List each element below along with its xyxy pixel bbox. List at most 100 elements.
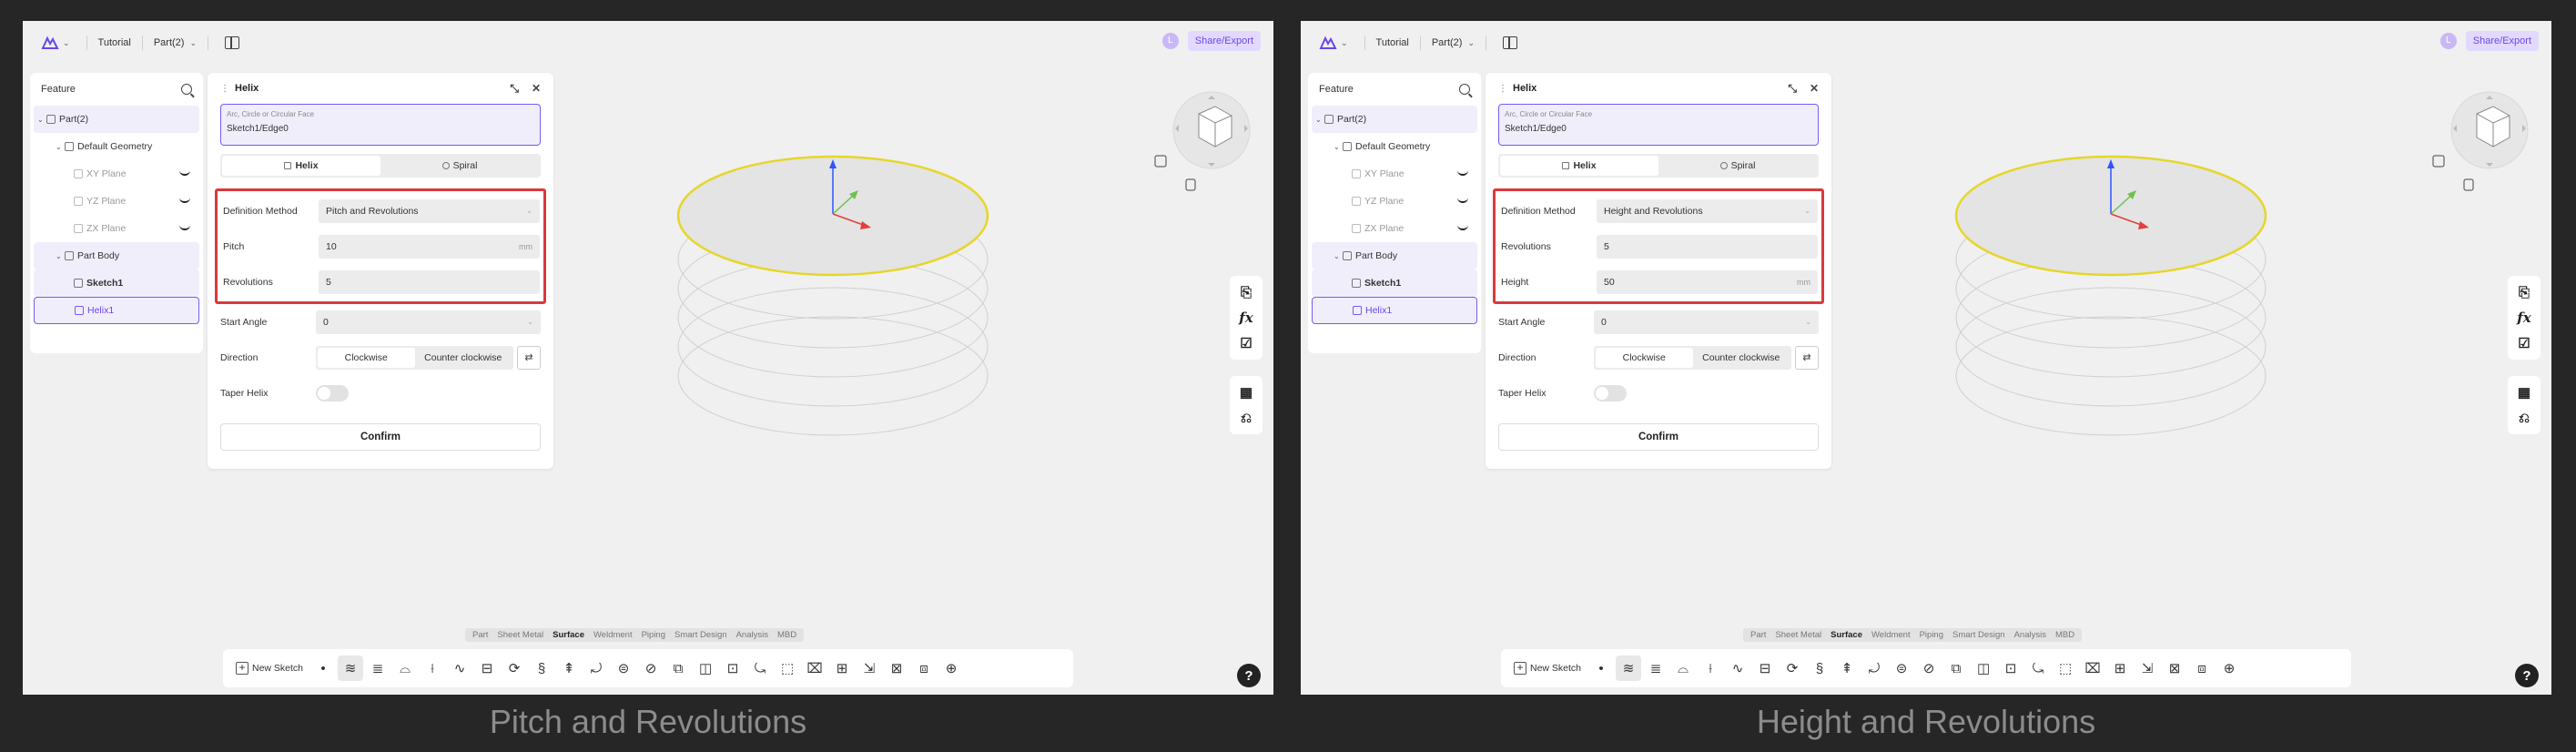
thicken-icon[interactable]: ⬚ [775,655,800,681]
flip-direction-icon[interactable]: ⇄ [517,345,541,370]
view-cube[interactable] [2431,85,2539,194]
chevron-down-icon[interactable]: ⌄ [56,252,65,260]
tree-item-zx-plane[interactable]: ZX Plane [34,215,199,242]
offset-surface-icon[interactable]: ⊘ [1916,655,1942,681]
table-icon[interactable]: ▦ [1238,383,1254,401]
chevron-down-icon[interactable]: ⌄ [56,143,65,151]
module-tab[interactable]: Sheet Metal [1770,630,1826,640]
tree-item-yz-plane[interactable]: YZ Plane [1312,188,1477,215]
chevron-down-icon[interactable]: ⌄ [1334,252,1343,260]
share-export-button[interactable]: Share/Export [2465,31,2539,51]
module-tab[interactable]: Smart Design [1948,630,2010,640]
pattern-icon[interactable]: ⊕ [2216,655,2242,681]
tree-item-part-body[interactable]: ⌄ Part Body [34,242,199,269]
flip-direction-icon[interactable]: ⇄ [1795,345,1819,370]
chevron-down-icon[interactable]: ⌄ [1315,116,1324,124]
fill-surface-icon[interactable]: ⊜ [1889,655,1914,681]
split-icon[interactable]: ⊠ [884,655,909,681]
search-icon[interactable] [1459,84,1470,95]
helix-tool-icon[interactable]: ≋ [1616,655,1642,681]
properties-icon[interactable]: ⎘ [2516,283,2532,301]
module-tab[interactable]: MBD [2051,630,2079,640]
intersection-curve-icon[interactable]: ⟊ [420,655,445,681]
extend-surface-icon[interactable]: ⧉ [1943,655,1969,681]
tree-item-xy-plane[interactable]: XY Plane [1312,160,1477,188]
measure-icon[interactable]: ⎌ [1238,409,1254,427]
pattern-icon[interactable]: ⊕ [938,655,964,681]
tree-item-sketch1[interactable]: Sketch1 [34,269,199,297]
confirm-button[interactable]: Confirm [220,423,541,451]
loft-surface-icon[interactable]: ⇞ [1834,655,1860,681]
tree-item-part[interactable]: ⌄ Part(2) [34,106,199,133]
tab-spiral[interactable]: Spiral [1658,156,1817,176]
knit-surface-icon[interactable]: ⤿ [2025,655,2051,681]
chevron-down-icon[interactable]: ⌄ [189,38,197,48]
help-button[interactable]: ? [2515,664,2539,687]
project-breadcrumb[interactable]: Tutorial [1376,37,1409,48]
clockwise-button[interactable]: Clockwise [318,347,415,368]
extend-surface-icon[interactable]: ⧉ [665,655,691,681]
loft-surface-icon[interactable]: ⇞ [556,655,582,681]
eye-hidden-icon[interactable] [1457,225,1468,230]
mirror-icon[interactable]: ⧈ [2189,655,2215,681]
checklist-icon[interactable]: ☑ [2516,334,2532,352]
part-breadcrumb[interactable]: Part(2) [154,37,185,48]
module-tab[interactable]: MBD [773,630,801,640]
pin-icon[interactable]: ⤡ [1788,82,1797,96]
module-tab[interactable]: Smart Design [670,630,732,640]
pin-icon[interactable]: ⤡ [510,82,519,96]
tree-item-sketch1[interactable]: Sketch1 [1312,269,1477,297]
fill-surface-icon[interactable]: ⊜ [611,655,636,681]
tree-item-yz-plane[interactable]: YZ Plane [34,188,199,215]
trim-surface-icon[interactable]: ◫ [1971,655,1996,681]
replace-face-icon[interactable]: ⊞ [829,655,855,681]
module-tab[interactable]: Analysis [732,630,773,640]
module-tab[interactable]: Part [468,630,492,640]
module-tab[interactable]: Weldment [1867,630,1915,640]
module-tab[interactable]: Surface [548,630,589,640]
move-face-icon[interactable]: ⇲ [857,655,882,681]
helix-tool-icon[interactable]: ≋ [338,655,364,681]
drag-handle-icon[interactable]: ⋮ [220,84,229,94]
eye-hidden-icon[interactable] [179,198,190,203]
revolve-surface-icon[interactable]: ⟳ [1780,655,1805,681]
untrim-surface-icon[interactable]: ⊡ [720,655,745,681]
eye-hidden-icon[interactable] [1457,170,1468,176]
face-selection-field[interactable]: Arc, Circle or Circular Face Sketch1/Edg… [220,104,541,146]
tree-item-helix1[interactable]: Helix1 [34,297,199,324]
point-icon[interactable]: • [1588,655,1614,681]
tree-item-default-geometry[interactable]: ⌄ Default Geometry [34,133,199,160]
field2-input[interactable]: 50 mm [1597,269,1818,294]
mirror-icon[interactable]: ⧈ [911,655,937,681]
module-tab[interactable]: Piping [637,630,670,640]
view-cube[interactable] [1153,85,1261,194]
counter-clockwise-button[interactable]: Counter clockwise [415,348,512,368]
thicken-icon[interactable]: ⬚ [2053,655,2078,681]
chevron-down-icon[interactable]: ⌄ [1334,143,1343,151]
tree-item-part[interactable]: ⌄ Part(2) [1312,106,1477,133]
3d-viewport[interactable] [651,112,1015,476]
confirm-button[interactable]: Confirm [1498,423,1819,451]
new-sketch-button[interactable]: + New Sketch [230,662,309,675]
extrude-surface-icon[interactable]: ⊟ [474,655,500,681]
avatar[interactable]: L [1161,33,1179,49]
drag-handle-icon[interactable]: ⋮ [1498,84,1507,94]
knit-surface-icon[interactable]: ⤿ [747,655,773,681]
delete-face-icon[interactable]: ⌧ [2080,655,2105,681]
intersection-curve-icon[interactable]: ⟊ [1698,655,1723,681]
replace-face-icon[interactable]: ⊞ [2107,655,2133,681]
clockwise-button[interactable]: Clockwise [1596,347,1693,368]
checklist-icon[interactable]: ☑ [1238,334,1254,352]
point-icon[interactable]: • [310,655,336,681]
3d-viewport[interactable] [1929,112,2293,476]
offset-surface-icon[interactable]: ⊘ [638,655,664,681]
measure-icon[interactable]: ⎌ [2516,409,2532,427]
spiral-tool-icon[interactable]: ≣ [365,655,390,681]
sweep-surface-icon[interactable]: § [1807,655,1832,681]
app-menu-button[interactable]: ⌄ [1313,34,1354,52]
sweep-surface-icon[interactable]: § [529,655,554,681]
avatar[interactable]: L [2439,33,2457,49]
face-selection-field[interactable]: Arc, Circle or Circular Face Sketch1/Edg… [1498,104,1819,146]
module-tab[interactable]: Weldment [589,630,637,640]
share-export-button[interactable]: Share/Export [1187,31,1261,51]
